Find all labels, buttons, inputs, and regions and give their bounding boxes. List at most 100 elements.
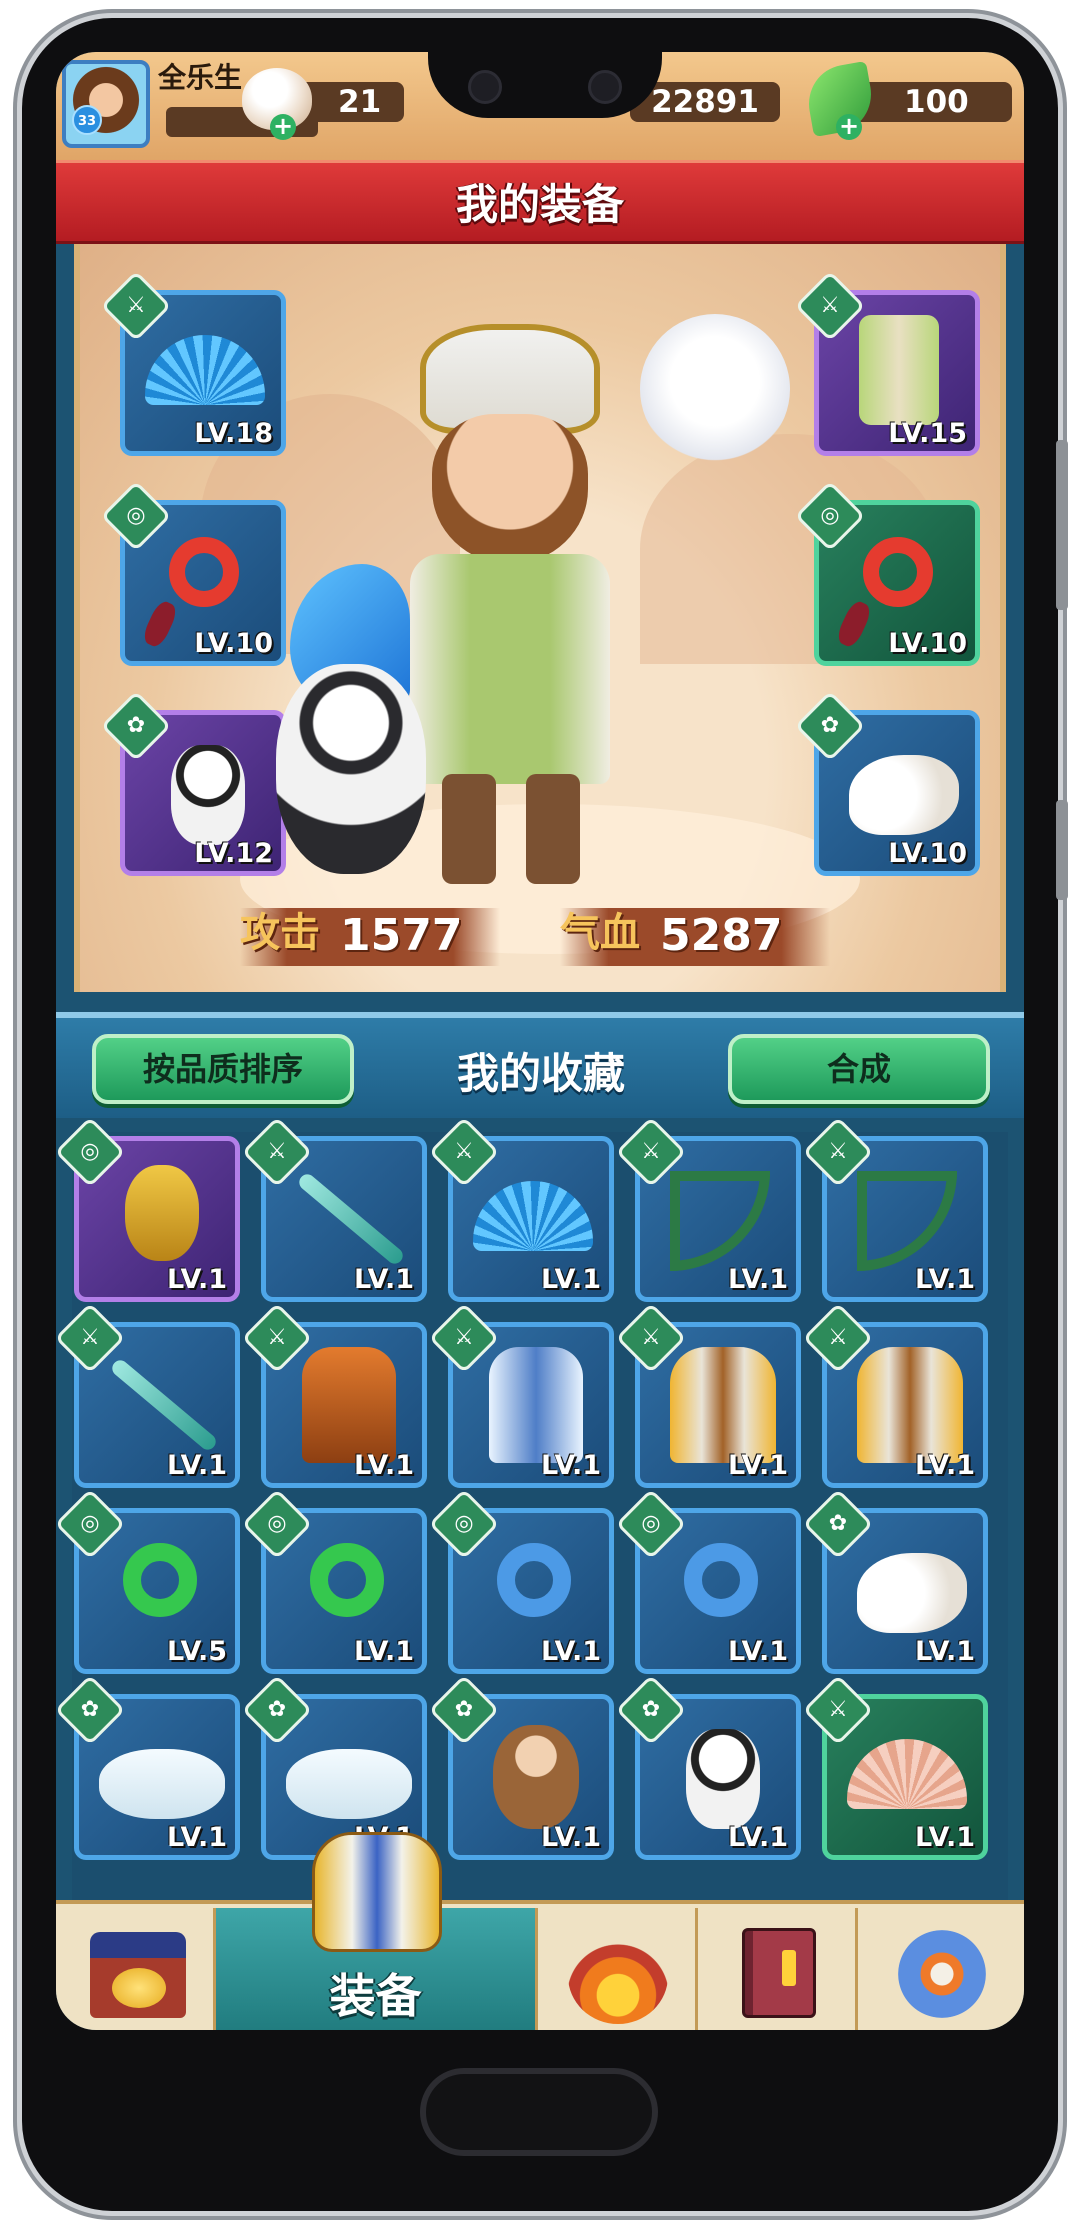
hero-leg bbox=[526, 774, 580, 884]
slot-level: LV.12 bbox=[194, 838, 273, 869]
armor-art bbox=[857, 1347, 963, 1463]
gold-ingot bbox=[112, 1968, 166, 2008]
paw-icon: ✿ bbox=[828, 1511, 848, 1536]
sword-icon: ⚔ bbox=[828, 1139, 848, 1164]
crossbow-art bbox=[670, 1171, 770, 1271]
panda-art bbox=[171, 745, 245, 845]
weapon-tag: ⚔ bbox=[428, 1116, 500, 1188]
item-level: LV.1 bbox=[167, 1822, 227, 1853]
collection-item[interactable]: ✿ LV.1 bbox=[615, 1674, 801, 1860]
sword-icon: ⚔ bbox=[828, 1697, 848, 1722]
item-level: LV.1 bbox=[167, 1450, 227, 1481]
hp-stat: 气血 5287 bbox=[560, 908, 830, 966]
ring-icon: ◎ bbox=[267, 1511, 287, 1536]
paw-icon: ✿ bbox=[126, 713, 146, 738]
white-eagle bbox=[640, 314, 790, 464]
nav-shop[interactable] bbox=[56, 1908, 216, 2030]
collection-item[interactable]: ⚔ LV.1 bbox=[802, 1302, 988, 1488]
equipment-stage: ⚔ LV.18 ⚔ LV.15 ◎ LV.10 ◎ LV.10 ✿ LV.12 … bbox=[74, 244, 1006, 992]
item-level: LV.1 bbox=[915, 1264, 975, 1295]
item-level: LV.1 bbox=[541, 1822, 601, 1853]
weapon-tag: ⚔ bbox=[241, 1302, 313, 1374]
equip-slot-robe[interactable]: ⚔ LV.15 bbox=[794, 270, 980, 456]
squirrel-pet-art bbox=[857, 1553, 967, 1633]
collection-item[interactable]: ⚔ LV.1 bbox=[802, 1674, 988, 1860]
pendant-art bbox=[169, 537, 239, 607]
collection-item[interactable]: ◎ LV.5 bbox=[56, 1488, 240, 1674]
equip-slot-weapon[interactable]: ⚔ LV.18 bbox=[100, 270, 286, 456]
nav-settings[interactable] bbox=[858, 1908, 1024, 2030]
slot-level: LV.15 bbox=[888, 418, 967, 449]
collection-item[interactable]: ⚔ LV.1 bbox=[428, 1116, 614, 1302]
equip-slot-pet[interactable]: ✿ LV.12 bbox=[100, 690, 286, 876]
item-level: LV.1 bbox=[728, 1636, 788, 1667]
ferret-pet-art bbox=[286, 1749, 412, 1819]
synthesize-button[interactable]: 合成 bbox=[728, 1034, 990, 1104]
pet-tag: ✿ bbox=[241, 1674, 313, 1746]
pet-tag: ✿ bbox=[100, 690, 172, 762]
sword-icon: ⚔ bbox=[454, 1139, 474, 1164]
equip-slot-pet[interactable]: ✿ LV.10 bbox=[794, 690, 980, 876]
item-level: LV.1 bbox=[915, 1450, 975, 1481]
ring-icon: ◎ bbox=[641, 1511, 661, 1536]
front-camera bbox=[468, 70, 502, 104]
pet-tag: ✿ bbox=[802, 1488, 874, 1560]
collection-item[interactable]: ◎ LV.1 bbox=[428, 1488, 614, 1674]
equip-slot-accessory[interactable]: ◎ LV.10 bbox=[794, 480, 980, 666]
collection-item[interactable]: ⚔ LV.1 bbox=[428, 1302, 614, 1488]
accessory-tag: ◎ bbox=[241, 1488, 313, 1560]
ring-icon: ◎ bbox=[80, 1139, 100, 1164]
paw-icon: ✿ bbox=[267, 1697, 287, 1722]
collection-item[interactable]: ⚔ LV.1 bbox=[802, 1116, 988, 1302]
equip-slot-accessory[interactable]: ◎ LV.10 bbox=[100, 480, 286, 666]
add-leaves-button[interactable]: + bbox=[836, 114, 862, 140]
hero-leg bbox=[442, 774, 496, 884]
collection-item[interactable]: ⚔ LV.1 bbox=[56, 1302, 240, 1488]
item-level: LV.1 bbox=[541, 1450, 601, 1481]
pendant-tassel bbox=[140, 598, 180, 650]
accessory-tag: ◎ bbox=[56, 1116, 126, 1188]
sword-icon: ⚔ bbox=[267, 1325, 287, 1350]
collection-item[interactable]: ✿ LV.1 bbox=[802, 1488, 988, 1674]
robe-art bbox=[859, 315, 939, 425]
green-pendant-art bbox=[123, 1543, 197, 1617]
battle-icon bbox=[568, 1928, 668, 2024]
sword-art bbox=[296, 1171, 406, 1267]
weapon-tag: ⚔ bbox=[794, 270, 866, 342]
pet-tag: ✿ bbox=[56, 1674, 126, 1746]
sword-icon: ⚔ bbox=[641, 1139, 661, 1164]
green-pendant-art bbox=[310, 1543, 384, 1617]
ring-icon: ◎ bbox=[820, 503, 840, 528]
sort-by-quality-button[interactable]: 按品质排序 bbox=[92, 1034, 354, 1104]
collection-item[interactable]: ⚔ LV.1 bbox=[615, 1116, 801, 1302]
ferret-pet-art bbox=[99, 1749, 225, 1819]
home-button[interactable] bbox=[420, 2068, 658, 2156]
collection-item[interactable]: ✿ LV.1 bbox=[56, 1674, 240, 1860]
collection-item[interactable]: ◎ LV.1 bbox=[241, 1488, 427, 1674]
slot-level: LV.10 bbox=[888, 838, 967, 869]
armor-art bbox=[670, 1347, 776, 1463]
squirrel-art bbox=[849, 755, 959, 835]
collection-item[interactable]: ◎ LV.1 bbox=[615, 1488, 801, 1674]
paw-icon: ✿ bbox=[820, 713, 840, 738]
add-buns-button[interactable]: + bbox=[270, 114, 296, 140]
paw-icon: ✿ bbox=[641, 1697, 661, 1722]
collection-item[interactable]: ◎ LV.1 bbox=[56, 1116, 240, 1302]
attack-stat: 攻击 1577 bbox=[240, 908, 500, 966]
nav-book[interactable] bbox=[698, 1908, 858, 2030]
collection-item[interactable]: ⚔ LV.1 bbox=[241, 1116, 427, 1302]
collection-item[interactable]: ⚔ LV.1 bbox=[241, 1302, 427, 1488]
player-avatar[interactable] bbox=[62, 60, 150, 148]
nav-battle[interactable] bbox=[538, 1908, 698, 2030]
item-level: LV.1 bbox=[541, 1636, 601, 1667]
collection-item[interactable]: ⚔ LV.1 bbox=[615, 1302, 801, 1488]
collection-item[interactable]: ✿ LV.1 bbox=[428, 1674, 614, 1860]
power-button bbox=[1056, 800, 1068, 900]
nav-equipment[interactable]: 装备 bbox=[216, 1832, 538, 2030]
panda-pet-art bbox=[686, 1729, 760, 1829]
item-level: LV.1 bbox=[915, 1822, 975, 1853]
front-sensor bbox=[588, 70, 622, 104]
blue-fan-art bbox=[145, 335, 265, 405]
title-banner: 我的装备 bbox=[56, 160, 1024, 244]
sword-icon: ⚔ bbox=[820, 293, 840, 318]
